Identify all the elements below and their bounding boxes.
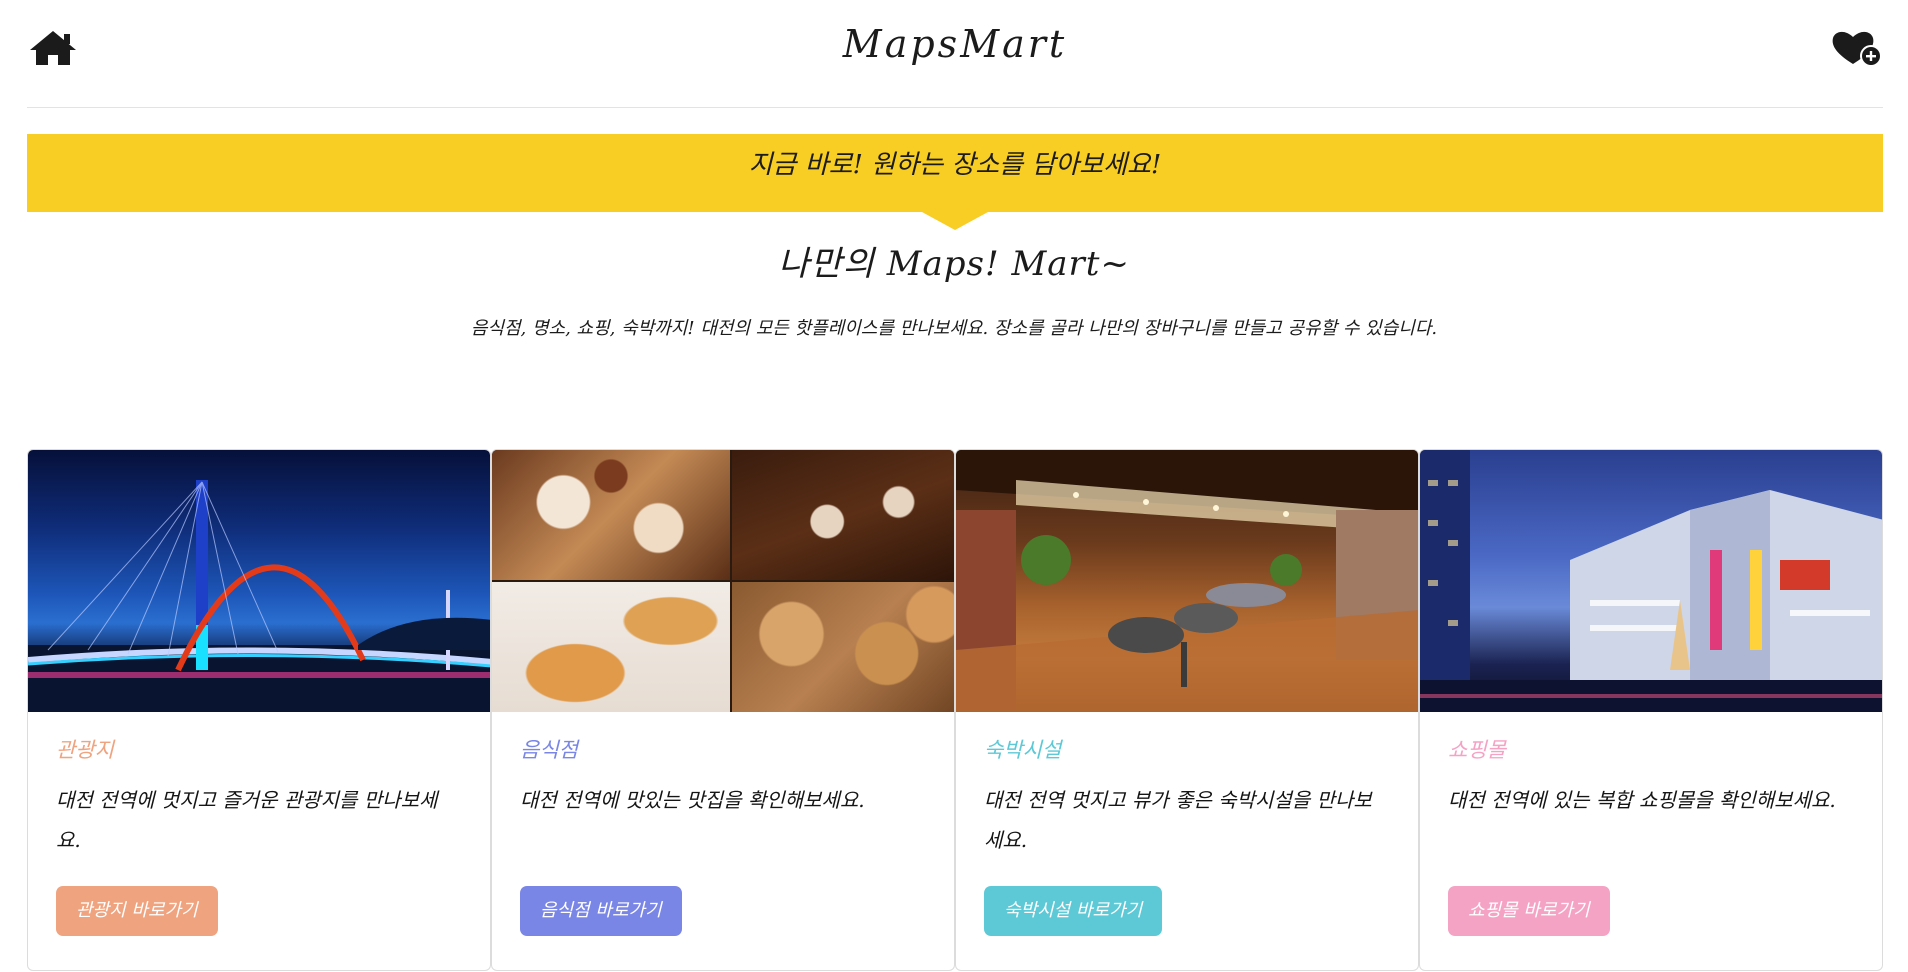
- card-description: 대전 전역 멋지고 뷰가 좋은 숙박시설을 만나보세요.: [984, 788, 1372, 852]
- restaurant-button[interactable]: 음식점 바로가기: [520, 886, 682, 936]
- banner-arrow: [922, 212, 988, 230]
- card-category: 음식점: [520, 738, 578, 762]
- card-category: 관광지: [56, 738, 114, 762]
- banner-text: 지금 바로! 원하는 장소를 담아보세요!: [748, 150, 1162, 180]
- card-shopping: 쇼핑몰 대전 전역에 있는 복합 쇼핑몰을 확인해보세요. 쇼핑몰 바로가기: [1419, 449, 1883, 971]
- lodging-button[interactable]: 숙박시설 바로가기: [984, 886, 1163, 936]
- heart-plus-icon: [1832, 31, 1882, 67]
- shopping-image: [1420, 450, 1882, 712]
- header: MapsMart: [27, 0, 1883, 108]
- card-description: 대전 전역에 있는 복합 쇼핑몰을 확인해보세요.: [1448, 788, 1836, 812]
- page: MapsMart 지금 바로! 원하는 장소를 담아보세요! 나만의 Maps!…: [0, 0, 1908, 972]
- cookies-photo: [732, 582, 954, 712]
- card-restaurant: 음식점 대전 전역에 맛있는 맛집을 확인해보세요. 음식점 바로가기: [491, 449, 955, 971]
- restaurant-image: [492, 450, 954, 712]
- bridge-illustration: [28, 480, 490, 712]
- card-category: 쇼핑몰: [1448, 738, 1506, 762]
- wishlist-button[interactable]: [1831, 28, 1883, 68]
- brand-title[interactable]: MapsMart: [27, 22, 1883, 66]
- promo-banner: 지금 바로! 원하는 장소를 담아보세요!: [27, 134, 1883, 230]
- tourism-image: [28, 450, 490, 712]
- card-lodging: 숙박시설 대전 전역 멋지고 뷰가 좋은 숙박시설을 만나보세요. 숙박시설 바…: [955, 449, 1419, 971]
- category-cards: 관광지 대전 전역에 멋지고 즐거운 관광지를 만나보세요. 관광지 바로가기 …: [27, 449, 1883, 971]
- pastry-tarts-photo: [492, 450, 730, 580]
- hero-title: 나만의 Maps! Mart~: [778, 244, 1130, 284]
- hero-description: 음식점, 명소, 쇼핑, 숙박까지! 대전의 모든 핫플레이스를 만나보세요. …: [470, 318, 1438, 339]
- mall-illustration: [1420, 450, 1882, 712]
- card-category: 숙박시설: [984, 738, 1062, 762]
- tourism-button[interactable]: 관광지 바로가기: [56, 886, 218, 936]
- card-description: 대전 전역에 맛있는 맛집을 확인해보세요.: [520, 788, 865, 812]
- buns-photo: [492, 582, 730, 712]
- card-description: 대전 전역에 멋지고 즐거운 관광지를 만나보세요.: [56, 788, 438, 852]
- lobby-illustration: [956, 450, 1418, 712]
- card-tourism: 관광지 대전 전역에 멋지고 즐거운 관광지를 만나보세요. 관광지 바로가기: [27, 449, 491, 971]
- choco-tart-photo: [732, 450, 954, 580]
- lodging-image: [956, 450, 1418, 712]
- shopping-button[interactable]: 쇼핑몰 바로가기: [1448, 886, 1610, 936]
